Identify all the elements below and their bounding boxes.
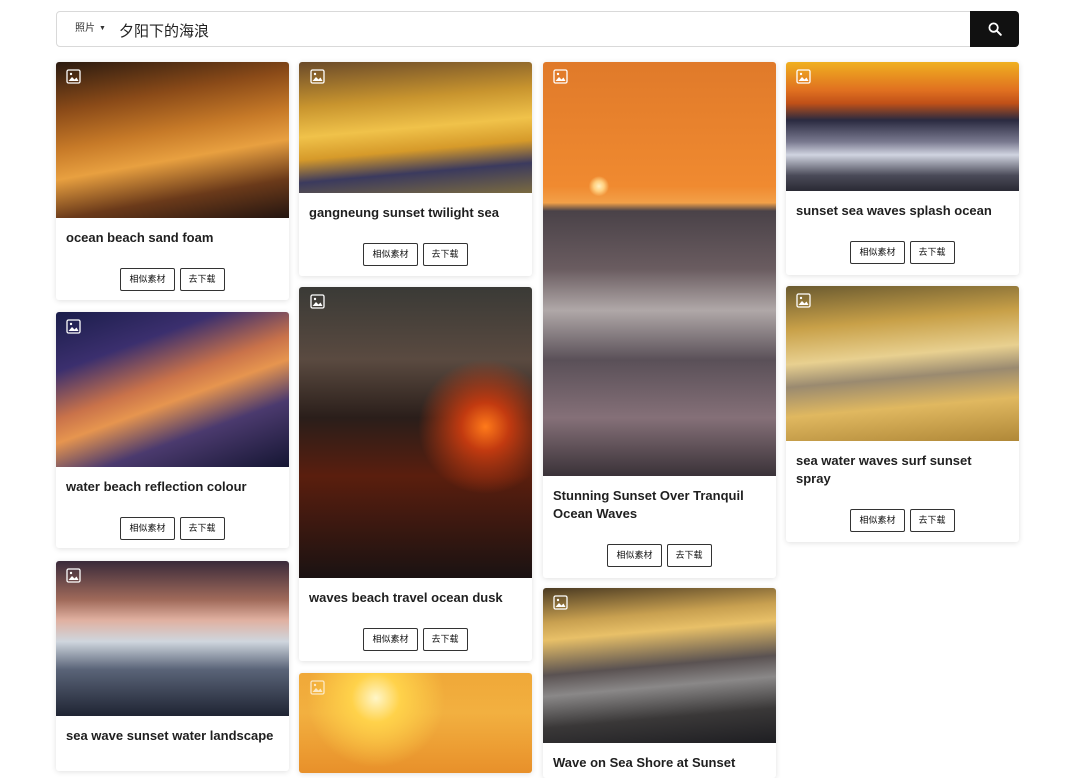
card-title: Wave on Sea Shore at Sunset [553, 755, 736, 770]
card-image[interactable] [299, 673, 532, 773]
download-button[interactable]: 去下载 [422, 243, 468, 266]
download-button[interactable]: 去下载 [909, 509, 955, 532]
image-icon [553, 595, 568, 610]
search-type-label: 照片 [75, 23, 95, 34]
similar-button[interactable]: 相似素材 [363, 628, 418, 651]
card-image[interactable] [786, 62, 1019, 191]
image-card[interactable]: sea water waves surf sunset spray 相似素材 去下… [786, 286, 1019, 542]
card-image[interactable] [56, 62, 289, 218]
download-button[interactable]: 去下载 [422, 628, 468, 651]
search-type-dropdown[interactable]: 照片 ▼ [75, 12, 106, 46]
download-button[interactable]: 去下载 [179, 268, 225, 291]
similar-button[interactable]: 相似素材 [850, 241, 905, 264]
search-button[interactable] [970, 11, 1019, 47]
card-title: sea water waves surf sunset spray [796, 453, 972, 486]
image-card[interactable]: water beach reflection colour 相似素材 去下载 [56, 312, 289, 548]
card-title: ocean beach sand foam [66, 230, 214, 245]
image-icon [553, 69, 568, 84]
card-image[interactable] [786, 286, 1019, 441]
similar-button[interactable]: 相似素材 [607, 544, 662, 567]
image-icon [66, 568, 81, 583]
image-card[interactable]: sea wave sunset water landscape [56, 561, 289, 771]
card-title: Stunning Sunset Over Tranquil Ocean Wave… [553, 488, 744, 521]
image-card[interactable]: Stunning Sunset Over Tranquil Ocean Wave… [543, 62, 776, 578]
image-icon [310, 680, 325, 695]
search-input[interactable] [117, 15, 961, 45]
image-icon [796, 293, 811, 308]
card-image[interactable] [299, 62, 532, 193]
card-image[interactable] [56, 312, 289, 467]
image-icon [310, 294, 325, 309]
card-image[interactable] [56, 561, 289, 716]
image-card[interactable]: ocean beach sand foam 相似素材 去下载 [56, 62, 289, 300]
image-card[interactable]: Wave on Sea Shore at Sunset [543, 588, 776, 778]
similar-button[interactable]: 相似素材 [363, 243, 418, 266]
card-title: sunset sea waves splash ocean [796, 203, 992, 218]
image-icon [66, 319, 81, 334]
card-image[interactable] [543, 62, 776, 476]
image-card[interactable]: waves beach travel ocean dusk 相似素材 去下载 [299, 287, 532, 661]
download-button[interactable]: 去下载 [666, 544, 712, 567]
image-icon [66, 69, 81, 84]
similar-button[interactable]: 相似素材 [120, 517, 175, 540]
download-button[interactable]: 去下载 [909, 241, 955, 264]
card-image[interactable] [543, 588, 776, 743]
similar-button[interactable]: 相似素材 [850, 509, 905, 532]
search-icon [988, 22, 1002, 36]
download-button[interactable]: 去下载 [179, 517, 225, 540]
card-title: gangneung sunset twilight sea [309, 205, 499, 220]
image-card[interactable]: gangneung sunset twilight sea 相似素材 去下载 [299, 62, 532, 276]
image-card[interactable]: sunset sea waves splash ocean 相似素材 去下载 [786, 62, 1019, 275]
image-card[interactable] [299, 673, 532, 773]
image-icon [310, 69, 325, 84]
similar-button[interactable]: 相似素材 [120, 268, 175, 291]
card-title: sea wave sunset water landscape [66, 728, 274, 743]
caret-down-icon: ▼ [99, 25, 106, 32]
card-title: water beach reflection colour [66, 479, 247, 494]
card-image[interactable] [299, 287, 532, 578]
search-bar: 照片 ▼ [56, 11, 1019, 47]
image-icon [796, 69, 811, 84]
card-title: waves beach travel ocean dusk [309, 590, 503, 605]
